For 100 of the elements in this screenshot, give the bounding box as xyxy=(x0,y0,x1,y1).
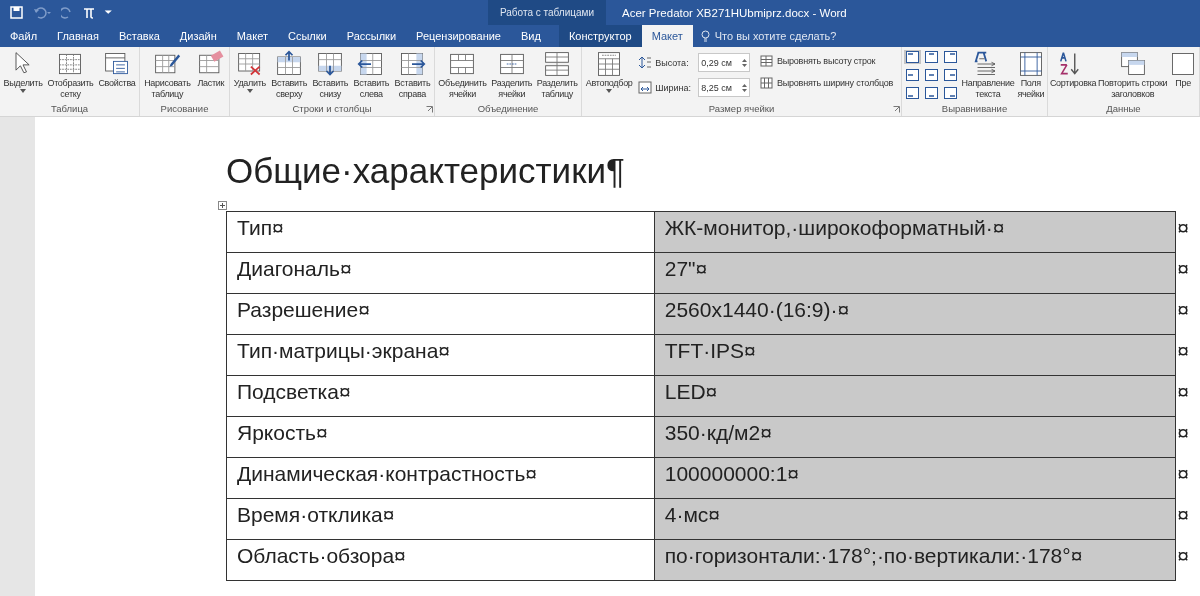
customize-quick-access-button[interactable]: ⏷ xyxy=(105,7,112,18)
ribbon-tab[interactable]: Главная xyxy=(47,25,109,47)
ribbon-button[interactable]: Вставить слева xyxy=(353,47,390,102)
row-height-icon xyxy=(638,56,653,69)
ribbon-button[interactable]: Ластик xyxy=(196,47,225,102)
ribbon-button[interactable]: Автоподбор xyxy=(585,47,633,102)
end-of-row-mark: ¤ xyxy=(1177,256,1189,280)
ribbon-button[interactable]: Сортировка xyxy=(1049,47,1097,102)
end-of-row-mark: ¤ xyxy=(1177,502,1189,526)
window-title: Acer Predator XB271HUbmiprz.docx - Word xyxy=(622,6,847,19)
ribbon-button[interactable]: Направление текста xyxy=(961,47,1015,102)
end-of-row-mark: ¤ xyxy=(1177,338,1189,362)
undo-icon xyxy=(33,6,51,19)
table-move-handle-icon xyxy=(218,201,227,210)
group-label: Данные xyxy=(1106,103,1141,114)
ribbon-button[interactable]: Вставить сверху xyxy=(271,47,308,102)
ribbon-tab[interactable]: Файл xyxy=(0,25,48,47)
alignment-icon xyxy=(944,69,958,81)
align-button[interactable] xyxy=(923,68,941,82)
lightbulb-icon xyxy=(700,30,710,42)
table-cell: 27"¤ xyxy=(654,252,1176,294)
ribbon-command[interactable]: Выровнять ширину столбцов xyxy=(759,77,894,89)
caret-icon xyxy=(20,89,26,93)
align-button[interactable] xyxy=(923,50,941,64)
table-cell: 2560x1440·(16:9)·¤ xyxy=(654,293,1176,335)
tell-me-field[interactable]: Что вы хотите сделать? xyxy=(714,30,865,42)
spin-field[interactable]: 8,25 см xyxy=(698,78,751,97)
end-of-row-mark: ¤ xyxy=(1177,215,1189,239)
alignment-icon xyxy=(944,51,958,63)
document-heading: Общие·характеристики¶ xyxy=(226,151,626,191)
ribbon-command[interactable]: Выровнять высоту строк xyxy=(759,55,894,67)
group-label: Строки и столбцы xyxy=(292,103,372,114)
end-of-row-mark: ¤ xyxy=(1177,461,1189,485)
align-button[interactable] xyxy=(942,68,960,82)
alignment-icon xyxy=(944,87,958,99)
table-cell: по·горизонтали:·178°;·по·вертикали:·178°¤ xyxy=(654,539,1176,581)
insert-right-icon xyxy=(398,50,427,78)
ribbon-tab[interactable]: Вид xyxy=(511,25,551,47)
spin-field[interactable]: 0,29 см xyxy=(698,53,751,72)
ribbon-tab[interactable]: Ссылки xyxy=(277,25,337,47)
ribbon-button[interactable]: Вставить снизу xyxy=(312,47,349,102)
table-cell: Разрешение¤ xyxy=(226,293,655,335)
caret-icon xyxy=(606,89,613,93)
ribbon-button[interactable]: Разделить таблицу xyxy=(536,47,578,102)
group-label: Объединение xyxy=(477,103,539,114)
table-cell: ЖК-монитор,·широкоформатный·¤ xyxy=(654,211,1176,253)
group-label: Выравнивание xyxy=(941,103,1008,114)
ribbon-tab[interactable]: Вставка xyxy=(108,25,170,47)
group-label: Размер ячейки xyxy=(708,103,775,114)
dialog-launcher-icon[interactable] xyxy=(426,106,433,113)
ribbon-button[interactable]: Выделить xyxy=(3,47,43,102)
ribbon-tab[interactable]: Рецензирование xyxy=(406,25,511,47)
ribbon-button[interactable]: Разделить ячейки xyxy=(491,47,533,102)
align-button[interactable] xyxy=(904,86,922,100)
alignment-icon xyxy=(925,87,939,99)
alignment-icon xyxy=(906,87,920,99)
ribbon-button[interactable]: Пре xyxy=(1169,47,1198,102)
table-cell: TFT·IPS¤ xyxy=(654,334,1176,376)
ribbon-tab[interactable]: Макет xyxy=(226,25,278,47)
end-of-row-mark: ¤ xyxy=(1177,543,1189,567)
ribbon-tab[interactable]: Дизайн xyxy=(169,25,227,47)
ribbon-button[interactable]: Объединить ячейки xyxy=(438,47,487,102)
ribbon-button[interactable]: Свойства xyxy=(98,47,136,102)
redo-icon xyxy=(61,6,73,19)
ribbon-button[interactable]: Нарисовать таблицу xyxy=(144,47,191,102)
table-cell: Область·обзора¤ xyxy=(226,539,655,581)
align-button[interactable] xyxy=(942,50,960,64)
align-button[interactable] xyxy=(923,86,941,100)
caret-icon xyxy=(246,89,253,93)
ribbon-tab[interactable]: Макет xyxy=(641,25,693,47)
spin-arrows-icon xyxy=(742,82,748,93)
align-button[interactable] xyxy=(942,86,960,100)
table-cell: Яркость¤ xyxy=(226,416,655,458)
table-cell: 100000000:1¤ xyxy=(654,457,1176,499)
align-button[interactable] xyxy=(904,50,922,64)
table-cell: Подсветка¤ xyxy=(226,375,655,417)
ribbon-button[interactable]: Поля ячейки xyxy=(1016,47,1045,102)
end-of-row-mark: ¤ xyxy=(1177,420,1189,444)
alignment-icon xyxy=(925,51,939,63)
ribbon-button[interactable]: Отобразить сетку xyxy=(47,47,94,102)
equation-icon xyxy=(83,6,95,19)
table-cell: Тип¤ xyxy=(226,211,655,253)
field-label: Ширина: xyxy=(655,82,692,93)
distribute-columns-icon xyxy=(759,77,773,89)
table-cell: 350·кд/м2¤ xyxy=(654,416,1176,458)
table-cell: 4·мс¤ xyxy=(654,498,1176,540)
ribbon-tab[interactable]: Рассылки xyxy=(336,25,407,47)
table-cell: Динамическая·контрастность¤ xyxy=(226,457,655,499)
dialog-launcher-icon[interactable] xyxy=(893,106,900,113)
align-button[interactable] xyxy=(904,68,922,82)
ribbon-button[interactable]: Вставить справа xyxy=(394,47,431,102)
ribbon-button[interactable]: Удалить xyxy=(233,47,266,102)
ribbon-tab[interactable]: Конструктор xyxy=(558,25,642,47)
insert-below-icon xyxy=(316,50,345,78)
table-cell: LED¤ xyxy=(654,375,1176,417)
alignment-icon xyxy=(906,51,920,63)
ribbon-button[interactable]: Повторить строки заголовков xyxy=(1098,47,1168,102)
table-cell: Тип·матрицы·экрана¤ xyxy=(226,334,655,376)
table-cell: Время·отклика¤ xyxy=(226,498,655,540)
alignment-icon xyxy=(925,69,939,81)
